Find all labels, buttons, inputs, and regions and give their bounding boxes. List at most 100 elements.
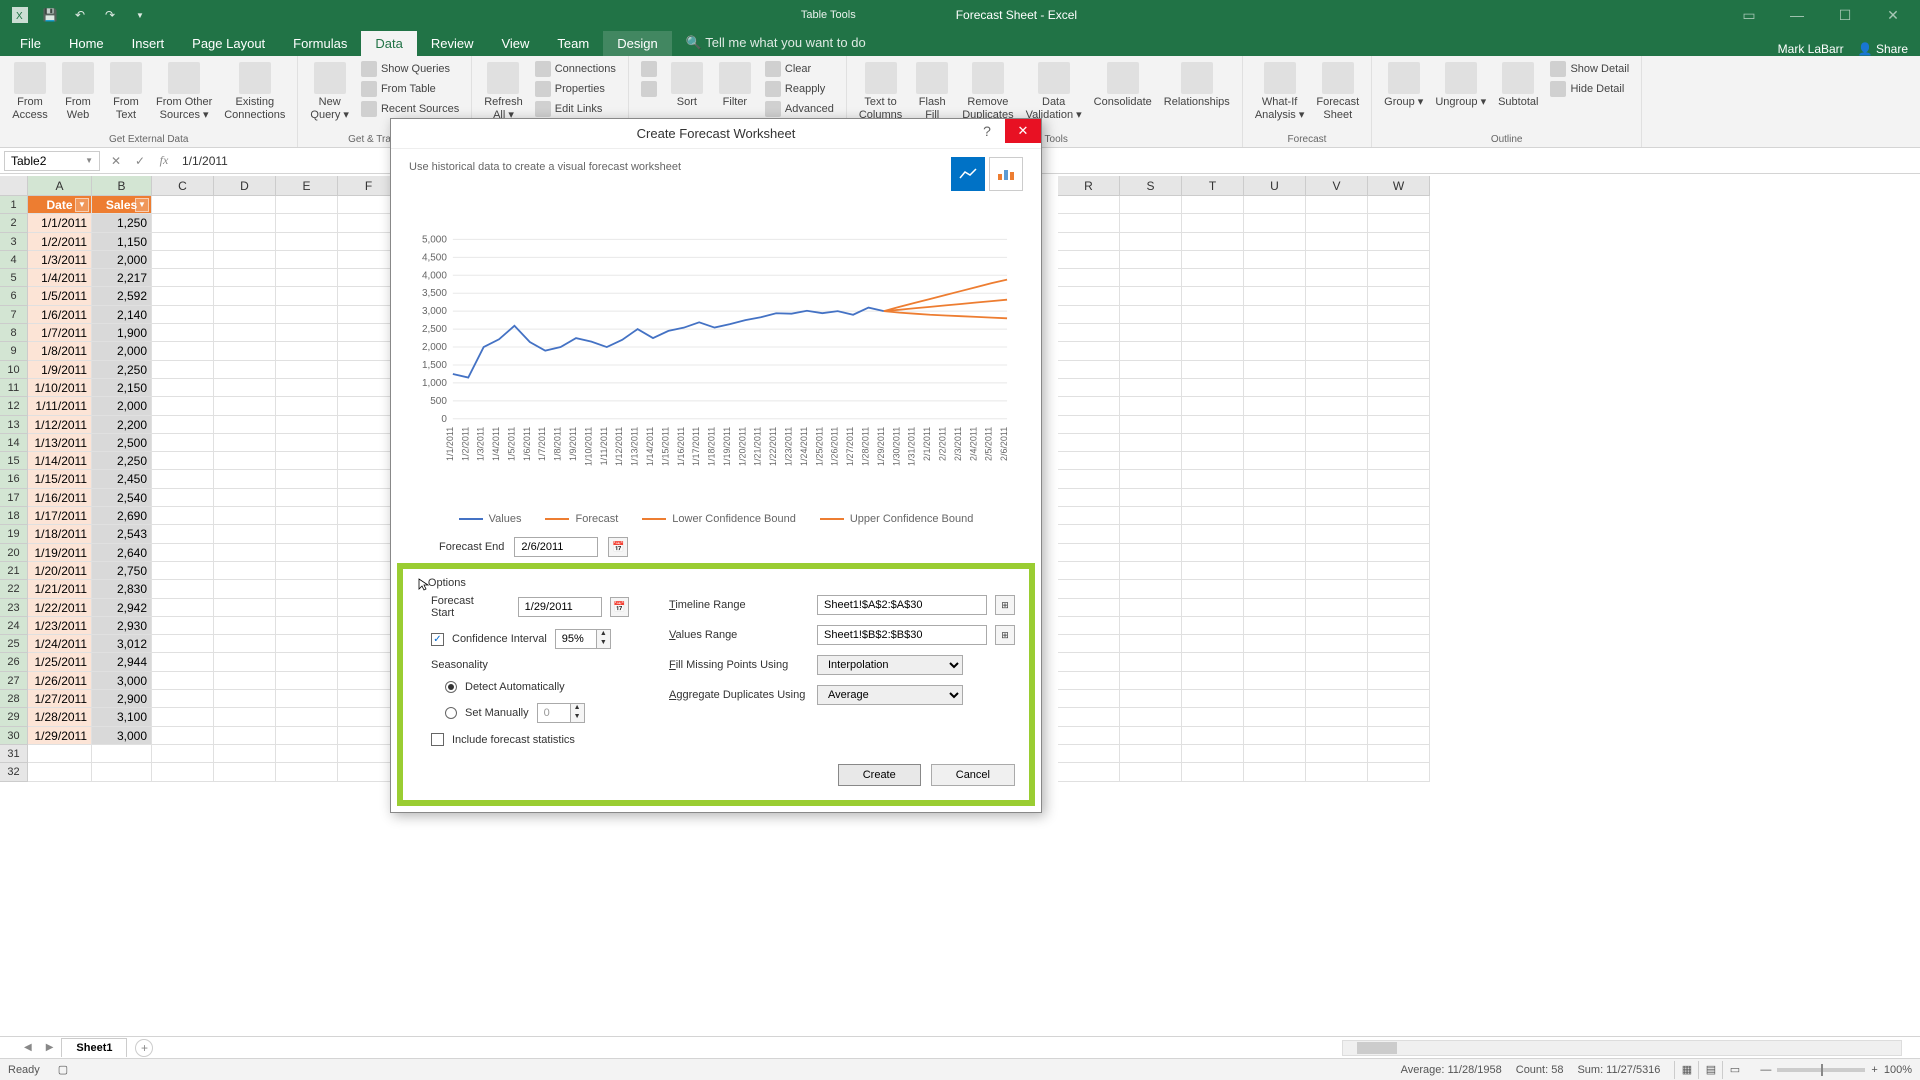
row-header[interactable]: 8 — [0, 324, 28, 342]
row-header[interactable]: 28 — [0, 690, 28, 708]
cell[interactable] — [1058, 690, 1120, 708]
row-header[interactable]: 3 — [0, 233, 28, 251]
cell[interactable] — [1244, 342, 1306, 360]
minimize-icon[interactable]: — — [1774, 1, 1820, 29]
cell[interactable] — [1058, 745, 1120, 763]
cell[interactable] — [1182, 287, 1244, 305]
row-header[interactable]: 4 — [0, 251, 28, 269]
fill-missing-select[interactable]: Interpolation — [817, 655, 963, 675]
cell[interactable] — [1368, 416, 1430, 434]
table-cell[interactable]: 2,900 — [92, 690, 152, 708]
table-cell[interactable]: 2,000 — [92, 397, 152, 415]
cell[interactable] — [214, 306, 276, 324]
table-cell[interactable]: 1/22/2011 — [28, 599, 92, 617]
table-cell[interactable]: 2,930 — [92, 617, 152, 635]
cell[interactable] — [1182, 562, 1244, 580]
table-cell[interactable]: 1/17/2011 — [28, 507, 92, 525]
cell[interactable] — [276, 507, 338, 525]
cell[interactable] — [214, 214, 276, 232]
cell[interactable] — [214, 727, 276, 745]
cell[interactable] — [1306, 727, 1368, 745]
values-range-input[interactable] — [817, 625, 987, 645]
table-cell[interactable]: 1/1/2011 — [28, 214, 92, 232]
sheet-tab[interactable]: Sheet1 — [61, 1038, 127, 1057]
cell[interactable] — [1306, 397, 1368, 415]
cell[interactable] — [1120, 397, 1182, 415]
tab-data[interactable]: Data — [361, 31, 416, 56]
table-cell[interactable]: 1/27/2011 — [28, 690, 92, 708]
cell[interactable] — [1244, 653, 1306, 671]
calendar-icon[interactable]: 📅 — [610, 597, 629, 617]
cell[interactable] — [214, 562, 276, 580]
cell[interactable] — [1306, 196, 1368, 214]
ribbon-button[interactable]: FlashFill — [910, 60, 954, 124]
table-cell[interactable]: 1/12/2011 — [28, 416, 92, 434]
cell[interactable] — [1368, 507, 1430, 525]
cell[interactable] — [276, 525, 338, 543]
column-header[interactable]: R — [1058, 176, 1120, 196]
cell[interactable] — [152, 562, 214, 580]
cell[interactable] — [152, 580, 214, 598]
cell[interactable] — [1244, 690, 1306, 708]
cell[interactable] — [1058, 196, 1120, 214]
cell[interactable] — [1182, 397, 1244, 415]
table-cell[interactable]: 1/23/2011 — [28, 617, 92, 635]
column-header[interactable]: D — [214, 176, 276, 196]
cell[interactable] — [214, 452, 276, 470]
confidence-interval-checkbox[interactable]: ✓ — [431, 633, 444, 646]
cell[interactable] — [276, 324, 338, 342]
cell[interactable] — [214, 397, 276, 415]
cell[interactable] — [276, 708, 338, 726]
help-button[interactable]: ? — [969, 119, 1005, 143]
cell[interactable] — [1306, 324, 1368, 342]
table-cell[interactable]: 2,830 — [92, 580, 152, 598]
cell[interactable] — [152, 470, 214, 488]
cell[interactable] — [1120, 196, 1182, 214]
page-layout-view-icon[interactable]: ▤ — [1698, 1061, 1722, 1079]
cell[interactable] — [276, 562, 338, 580]
set-manually-radio[interactable] — [445, 707, 457, 719]
cell[interactable] — [1120, 489, 1182, 507]
cell[interactable] — [1182, 745, 1244, 763]
table-cell[interactable]: 1/6/2011 — [28, 306, 92, 324]
ribbon-button[interactable]: Reapply — [761, 80, 838, 98]
table-cell[interactable]: 1/18/2011 — [28, 525, 92, 543]
ribbon-button[interactable]: ExistingConnections — [220, 60, 289, 124]
table-cell[interactable]: 3,000 — [92, 727, 152, 745]
cell[interactable] — [28, 745, 92, 763]
account-name[interactable]: Mark LaBarr — [1778, 42, 1844, 56]
cell[interactable] — [1368, 379, 1430, 397]
cell[interactable] — [276, 635, 338, 653]
cell[interactable] — [1244, 562, 1306, 580]
horizontal-scrollbar[interactable] — [1342, 1040, 1902, 1056]
name-box[interactable]: Table2▼ — [4, 151, 100, 171]
ribbon-button[interactable]: FromWeb — [56, 60, 100, 124]
table-cell[interactable]: 2,944 — [92, 653, 152, 671]
column-header[interactable]: B — [92, 176, 152, 196]
cell[interactable] — [276, 599, 338, 617]
cell[interactable] — [1058, 397, 1120, 415]
cell[interactable] — [214, 470, 276, 488]
cell[interactable] — [1182, 617, 1244, 635]
cell[interactable] — [276, 306, 338, 324]
row-header[interactable]: 14 — [0, 434, 28, 452]
table-cell[interactable]: 2,150 — [92, 379, 152, 397]
table-cell[interactable]: 1/29/2011 — [28, 727, 92, 745]
cell[interactable] — [1368, 269, 1430, 287]
ribbon-button[interactable]: FromAccess — [8, 60, 52, 124]
cell[interactable] — [1306, 544, 1368, 562]
table-cell[interactable]: 2,543 — [92, 525, 152, 543]
cell[interactable] — [1182, 708, 1244, 726]
cell[interactable] — [1306, 269, 1368, 287]
cell[interactable] — [276, 361, 338, 379]
cell[interactable] — [1368, 544, 1430, 562]
cell[interactable] — [1120, 763, 1182, 781]
cell[interactable] — [152, 690, 214, 708]
cell[interactable] — [1306, 452, 1368, 470]
cell[interactable] — [1306, 562, 1368, 580]
cell[interactable] — [1058, 434, 1120, 452]
cell[interactable] — [1368, 287, 1430, 305]
cell[interactable] — [152, 507, 214, 525]
cell[interactable] — [1368, 251, 1430, 269]
row-header[interactable]: 7 — [0, 306, 28, 324]
